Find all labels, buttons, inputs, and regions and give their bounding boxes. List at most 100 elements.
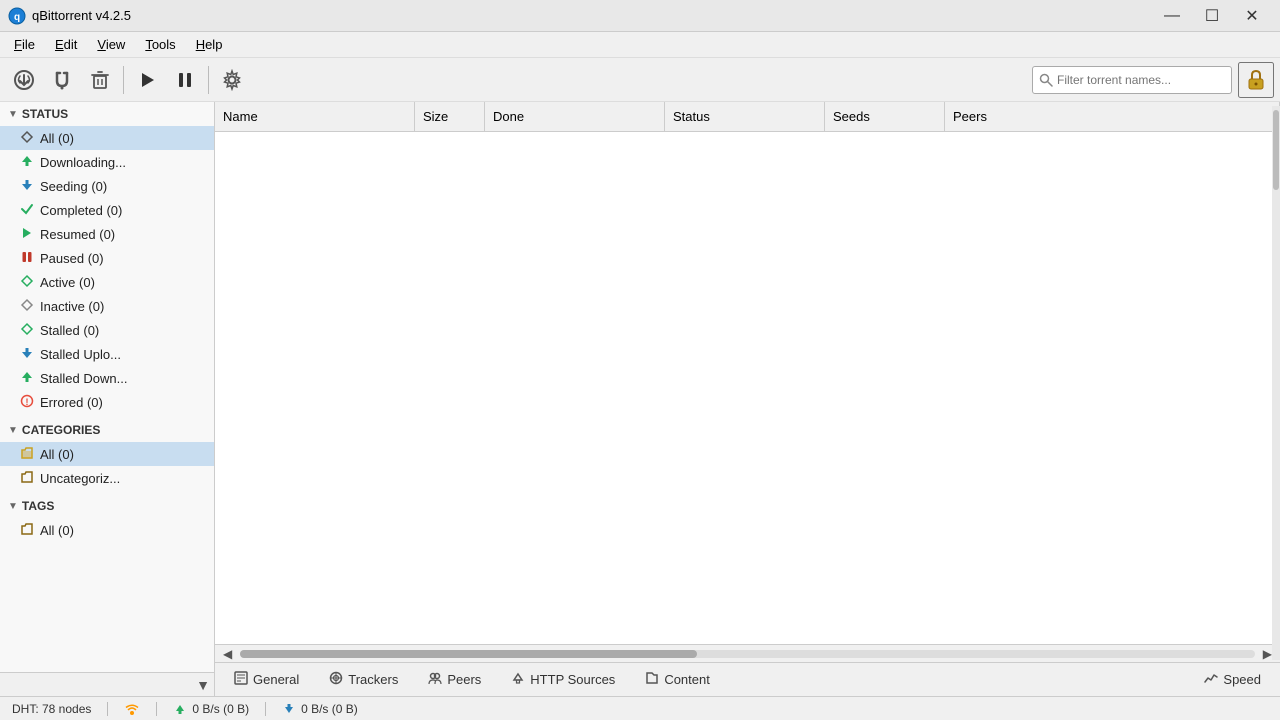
sidebar-item-inactive[interactable]: Inactive (0) [0, 294, 214, 318]
tab-http-sources-label: HTTP Sources [530, 672, 615, 687]
pause-button[interactable] [167, 62, 203, 98]
sidebar-item-paused[interactable]: Paused (0) [0, 246, 214, 270]
sidebar-item-inactive-label: Inactive (0) [40, 299, 104, 314]
categories-chevron: ▼ [8, 425, 18, 436]
sidebar: ▼ STATUS All (0) Downloading... Seed [0, 102, 215, 696]
tab-http-sources[interactable]: HTTP Sources [496, 665, 630, 695]
upload-speed-status: 0 B/s (0 B) [282, 702, 358, 716]
svg-text:q: q [14, 12, 20, 23]
title-text: qBittorrent v4.2.5 [32, 8, 131, 23]
sidebar-item-tag-all[interactable]: All (0) [0, 518, 214, 542]
col-header-seeds[interactable]: Seeds [825, 102, 945, 131]
status-chevron: ▼ [8, 109, 18, 120]
sidebar-item-stalled-label: Stalled (0) [40, 323, 99, 338]
sidebar-item-stalled-download[interactable]: Stalled Down... [0, 366, 214, 390]
status-section-header[interactable]: ▼ STATUS [0, 102, 214, 126]
sidebar-item-stalled[interactable]: Stalled (0) [0, 318, 214, 342]
tab-speed-label: Speed [1223, 672, 1261, 687]
col-header-size[interactable]: Size [415, 102, 485, 131]
h-scroll-left-arrow[interactable]: ◀ [219, 647, 236, 661]
lock-button[interactable] [1238, 62, 1274, 98]
sidebar-item-uncategorized[interactable]: Uncategoriz... [0, 466, 214, 490]
categories-section-header[interactable]: ▼ CATEGORIES [0, 418, 214, 442]
all-icon [20, 130, 34, 147]
downloading-icon [20, 154, 34, 171]
sidebar-item-active[interactable]: Active (0) [0, 270, 214, 294]
delete-button[interactable] [82, 62, 118, 98]
col-header-done[interactable]: Done [485, 102, 665, 131]
options-button[interactable] [214, 62, 250, 98]
menu-bar: File Edit View Tools Help [0, 32, 1280, 58]
lock-icon [1244, 68, 1268, 92]
col-header-status[interactable]: Status [665, 102, 825, 131]
add-magnet-button[interactable] [44, 62, 80, 98]
download-icon [173, 702, 187, 716]
active-icon [20, 274, 34, 291]
toolbar-separator-2 [208, 66, 209, 94]
sidebar-item-cat-all-label: All (0) [40, 447, 74, 462]
sidebar-item-cat-all[interactable]: All (0) [0, 442, 214, 466]
stalled-upload-icon [20, 346, 34, 363]
sidebar-item-completed-label: Completed (0) [40, 203, 122, 218]
sidebar-item-resumed-label: Resumed (0) [40, 227, 115, 242]
sidebar-item-completed[interactable]: Completed (0) [0, 198, 214, 222]
download-speed-status: 0 B/s (0 B) [173, 702, 249, 716]
tag-all-icon [20, 522, 34, 539]
sidebar-item-seeding[interactable]: Seeding (0) [0, 174, 214, 198]
col-header-name[interactable]: Name [215, 102, 415, 131]
minimize-button[interactable]: — [1152, 0, 1192, 32]
connection-status [124, 703, 140, 715]
status-separator-2 [156, 702, 157, 716]
resume-icon [136, 69, 158, 91]
tab-speed[interactable]: Speed [1189, 665, 1276, 695]
sidebar-item-seeding-label: Seeding (0) [40, 179, 107, 194]
col-header-peers[interactable]: Peers [945, 102, 1280, 131]
menu-file[interactable]: File [4, 35, 45, 54]
tab-general[interactable]: General [219, 665, 314, 695]
sidebar-item-downloading[interactable]: Downloading... [0, 150, 214, 174]
status-separator-1 [107, 702, 108, 716]
search-icon [1039, 73, 1053, 87]
horizontal-scrollbar[interactable]: ◀ ▶ [215, 644, 1280, 662]
sidebar-item-resumed[interactable]: Resumed (0) [0, 222, 214, 246]
sidebar-item-stalled-upload-label: Stalled Uplo... [40, 347, 121, 362]
title-bar: q qBittorrent v4.2.5 — ☐ ✕ [0, 0, 1280, 32]
maximize-button[interactable]: ☐ [1192, 0, 1232, 32]
tags-section-header[interactable]: ▼ TAGS [0, 494, 214, 518]
sidebar-item-all[interactable]: All (0) [0, 126, 214, 150]
main-area: ▼ STATUS All (0) Downloading... Seed [0, 102, 1280, 696]
stalled-download-icon [20, 370, 34, 387]
sidebar-item-errored[interactable]: ! Errored (0) [0, 390, 214, 414]
sidebar-scroll[interactable]: ▼ STATUS All (0) Downloading... Seed [0, 102, 214, 672]
menu-edit[interactable]: Edit [45, 35, 87, 54]
delete-icon [89, 69, 111, 91]
menu-tools[interactable]: Tools [135, 35, 185, 54]
add-torrent-button[interactable] [6, 62, 42, 98]
sidebar-item-stalled-upload[interactable]: Stalled Uplo... [0, 342, 214, 366]
dht-status: DHT: 78 nodes [12, 702, 91, 716]
pause-icon [174, 69, 196, 91]
bottom-tabs: General Trackers Peers HTTP Sources [215, 662, 1280, 696]
sidebar-item-errored-label: Errored (0) [40, 395, 103, 410]
status-bar: DHT: 78 nodes 0 B/s (0 B) 0 B/s (0 B) [0, 696, 1280, 720]
tab-trackers[interactable]: Trackers [314, 665, 413, 695]
upload-icon [282, 702, 296, 716]
tab-peers-label: Peers [447, 672, 481, 687]
tab-peers[interactable]: Peers [413, 665, 496, 695]
h-scroll-track[interactable] [240, 650, 1255, 658]
resume-button[interactable] [129, 62, 165, 98]
menu-view[interactable]: View [87, 35, 135, 54]
sidebar-item-downloading-label: Downloading... [40, 155, 126, 170]
tab-trackers-label: Trackers [348, 672, 398, 687]
svg-text:!: ! [26, 397, 29, 407]
tab-content[interactable]: Content [630, 665, 725, 695]
stalled-icon [20, 322, 34, 339]
h-scroll-thumb[interactable] [240, 650, 697, 658]
sidebar-bottom: ▼ [0, 672, 214, 696]
sidebar-collapse-btn[interactable]: ▼ [196, 677, 210, 693]
errored-icon: ! [20, 394, 34, 411]
search-input[interactable] [1057, 73, 1217, 87]
close-button[interactable]: ✕ [1232, 0, 1272, 32]
seeding-icon [20, 178, 34, 195]
menu-help[interactable]: Help [186, 35, 233, 54]
